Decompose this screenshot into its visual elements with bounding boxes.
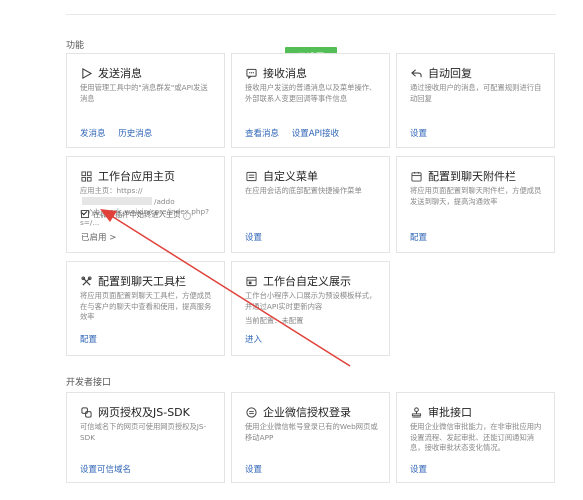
status-text: 已启用 <box>81 233 107 243</box>
card-send-message: 发送消息 使用管理工具中的"消息群发"或API发送消息 发消息 历史消息 <box>66 53 225 148</box>
send-icon <box>80 67 92 79</box>
card-wecom-login: 企业微信授权登录 使用企业微信帐号登录已有的Web网页或移动APP 设置 <box>231 392 390 483</box>
card-description: 通过接收用户的消息，可配置规则进行自动回复 <box>410 83 542 103</box>
card-description: 将应用页面配置到聊天工具栏，方便成员在与客户的聊天中查看和使用，提高服务效率 <box>80 291 212 321</box>
card-title: 工作台自定义展示 <box>263 275 351 288</box>
redacted-domain <box>82 196 152 205</box>
card-title: 自动回复 <box>428 67 472 80</box>
card-description: 可信域名下的网页可使用网页授权及JS-SDK <box>80 422 207 442</box>
card-receive-message: 接收消息 接收用户发送的普通消息以及菜单操作、外部联系人变更回调等事件信息 查看… <box>231 53 390 148</box>
card-title: 企业微信授权登录 <box>263 406 351 419</box>
set-api-receive-link[interactable]: 设置API接收 <box>292 129 339 139</box>
card-workbench-display: 工作台自定义展示 工作台小程序入口展示为预设模板样式，并通过API实时更新内容 … <box>231 261 390 356</box>
card-title: 接收消息 <box>263 67 307 80</box>
info-icon[interactable]: i <box>182 212 191 220</box>
url-prefix: 应用主页：https:// <box>80 186 143 195</box>
card-approval-api: 审批接口 使用企业微信审批能力，在非审批应用内设置流程、发起审批、还能订阅通知消… <box>396 392 555 483</box>
stamp-icon <box>410 406 422 418</box>
grid-icon <box>80 170 92 182</box>
card-title: 发送消息 <box>98 67 142 80</box>
always-enter-homepage-checkbox[interactable] <box>81 210 89 218</box>
card-title: 配置到聊天工具栏 <box>98 275 186 288</box>
card-oauth-jssdk: 网页授权及JS-SDK 可信域名下的网页可使用网页授权及JS-SDK 设置可信域… <box>66 392 225 483</box>
card-description: 在应用会话的底部配置快捷操作菜单 <box>245 186 362 195</box>
chat-toolbar-config-link[interactable]: 配置 <box>80 335 97 345</box>
top-divider <box>66 14 556 15</box>
chat-bubble-icon <box>245 67 257 79</box>
card-title: 自定义菜单 <box>263 170 318 183</box>
card-workbench-homepage: 工作台应用主页 应用主页：https:///addo ns/yb_work_we… <box>66 156 225 253</box>
section-label-features: 功能 <box>66 41 85 51</box>
enabled-status[interactable]: 已启用 > <box>81 231 116 243</box>
enter-display-link[interactable]: 进入 <box>245 335 262 345</box>
set-trusted-domain-link[interactable]: 设置可信域名 <box>80 465 131 475</box>
card-description: 使用管理工具中的"消息群发"或API发送消息 <box>80 83 208 103</box>
history-message-link[interactable]: 历史消息 <box>118 129 152 139</box>
homepage-url: 应用主页：https:///addo ns/yb_work_weixin/cor… <box>80 186 214 228</box>
attachment-icon <box>410 170 422 182</box>
card-title: 配置到聊天附件栏 <box>428 170 516 183</box>
card-description: 使用企业微信审批能力，在非审批应用内设置流程、发起审批、还能订阅通知消息，接收审… <box>410 422 542 452</box>
section-label-dev: 开发者接口 <box>66 378 112 388</box>
chevron-right-icon: > <box>109 233 117 243</box>
view-messages-link[interactable]: 查看消息 <box>245 129 279 139</box>
card-description: 工作台小程序入口展示为预设模板样式，并通过API实时更新内容 <box>245 291 377 311</box>
link-icon <box>80 406 92 418</box>
custom-menu-settings-link[interactable]: 设置 <box>245 233 262 243</box>
auto-reply-settings-link[interactable]: 设置 <box>410 129 427 139</box>
card-title: 工作台应用主页 <box>98 170 175 183</box>
chat-attachment-config-link[interactable]: 配置 <box>410 233 427 243</box>
card-description: 使用企业微信帐号登录已有的Web网页或移动APP <box>245 422 378 442</box>
always-enter-homepage-row: 在微信插件中始终进入主页 i <box>81 210 191 220</box>
card-description: 接收用户发送的普通消息以及菜单操作、外部联系人变更回调等事件信息 <box>245 83 377 103</box>
card-chat-attachment: 配置到聊天附件栏 将应用页面配置到聊天附件栏，方便成员发送到聊天，提高沟通效率 … <box>396 156 555 253</box>
tools-icon <box>80 275 92 287</box>
display-icon <box>245 275 257 287</box>
card-title: 审批接口 <box>428 406 472 419</box>
approval-settings-link[interactable]: 设置 <box>410 465 427 475</box>
card-title: 网页授权及JS-SDK <box>98 406 190 419</box>
at-icon <box>245 406 257 418</box>
reply-icon <box>410 67 422 79</box>
current-config: 当前配置：未配置 <box>245 316 304 325</box>
menu-icon <box>245 170 257 182</box>
checkbox-label: 在微信插件中始终进入主页 <box>93 210 181 219</box>
card-description: 将应用页面配置到聊天附件栏，方便成员发送到聊天，提高沟通效率 <box>410 186 542 206</box>
url-suffix: /addo <box>154 196 175 206</box>
wecom-login-settings-link[interactable]: 设置 <box>245 465 262 475</box>
send-message-link[interactable]: 发消息 <box>80 129 106 139</box>
card-custom-menu: 自定义菜单 在应用会话的底部配置快捷操作菜单 设置 <box>231 156 390 253</box>
card-auto-reply: 自动回复 通过接收用户的消息，可配置规则进行自动回复 设置 <box>396 53 555 148</box>
card-chat-toolbar: 配置到聊天工具栏 将应用页面配置到聊天工具栏，方便成员在与客户的聊天中查看和使用… <box>66 261 225 356</box>
